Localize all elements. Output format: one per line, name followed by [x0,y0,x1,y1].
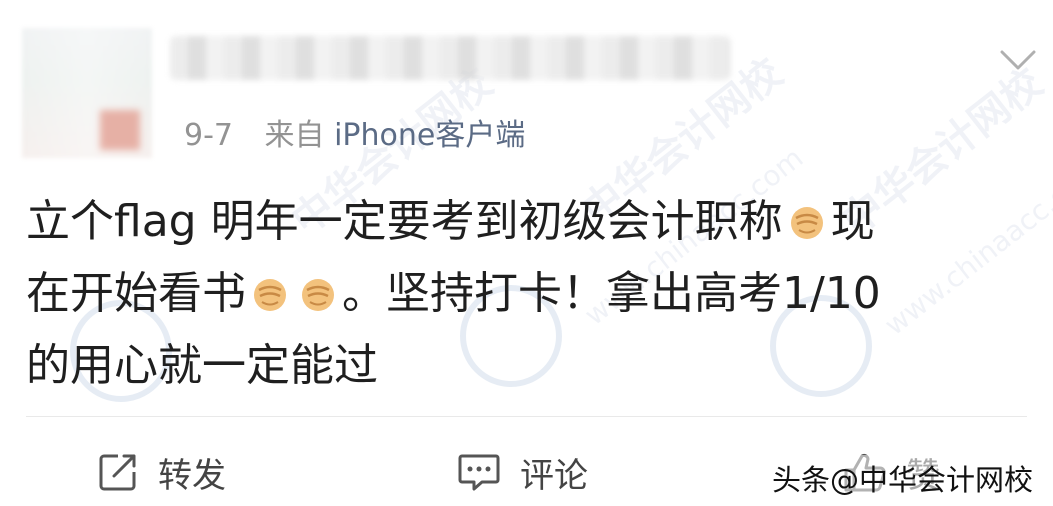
post-content: 立个flag 明年一定要考到初级会计职称 现 在开始看书 。坚持打卡！拿出高考1… [26,186,1036,402]
post-meta: 9-7 来自 iPhone客户端 [184,110,525,154]
post-text: 在开始看书 [26,268,246,319]
source-prefix: 来自 [264,118,325,153]
repost-label: 转发 [158,455,226,496]
post-text: 现 [830,196,875,247]
username-blurred[interactable] [170,36,730,80]
post-date: 9-7 [184,118,233,153]
comment-label: 评论 [520,455,588,496]
fist-emoji-icon [790,207,823,239]
fist-emoji-icon [302,279,334,311]
fist-emoji-icon [254,279,286,311]
source-watermark: 头条@中华会计网校 [765,455,1039,501]
post-text: 。坚持打卡！拿出高考1/10 [342,268,881,319]
comment-button[interactable]: 评论 [456,446,588,498]
post-line: 在开始看书 。坚持打卡！拿出高考1/10 [26,258,1036,330]
repost-button[interactable]: 转发 [96,446,226,498]
more-menu-button[interactable] [996,40,1040,80]
post-source-link[interactable]: iPhone客户端 [334,118,525,153]
chevron-down-icon [1000,50,1036,70]
comment-icon [458,454,500,491]
post-text: 的用心就一定能过 [26,340,378,391]
post-text: 立个flag 明年一定要考到初级会计职称 [26,196,783,247]
post-line: 的用心就一定能过 [26,330,1036,402]
avatar[interactable] [22,28,152,158]
post-line: 立个flag 明年一定要考到初级会计职称 现 [26,186,1036,258]
repost-icon [99,454,136,491]
divider [26,416,1027,417]
